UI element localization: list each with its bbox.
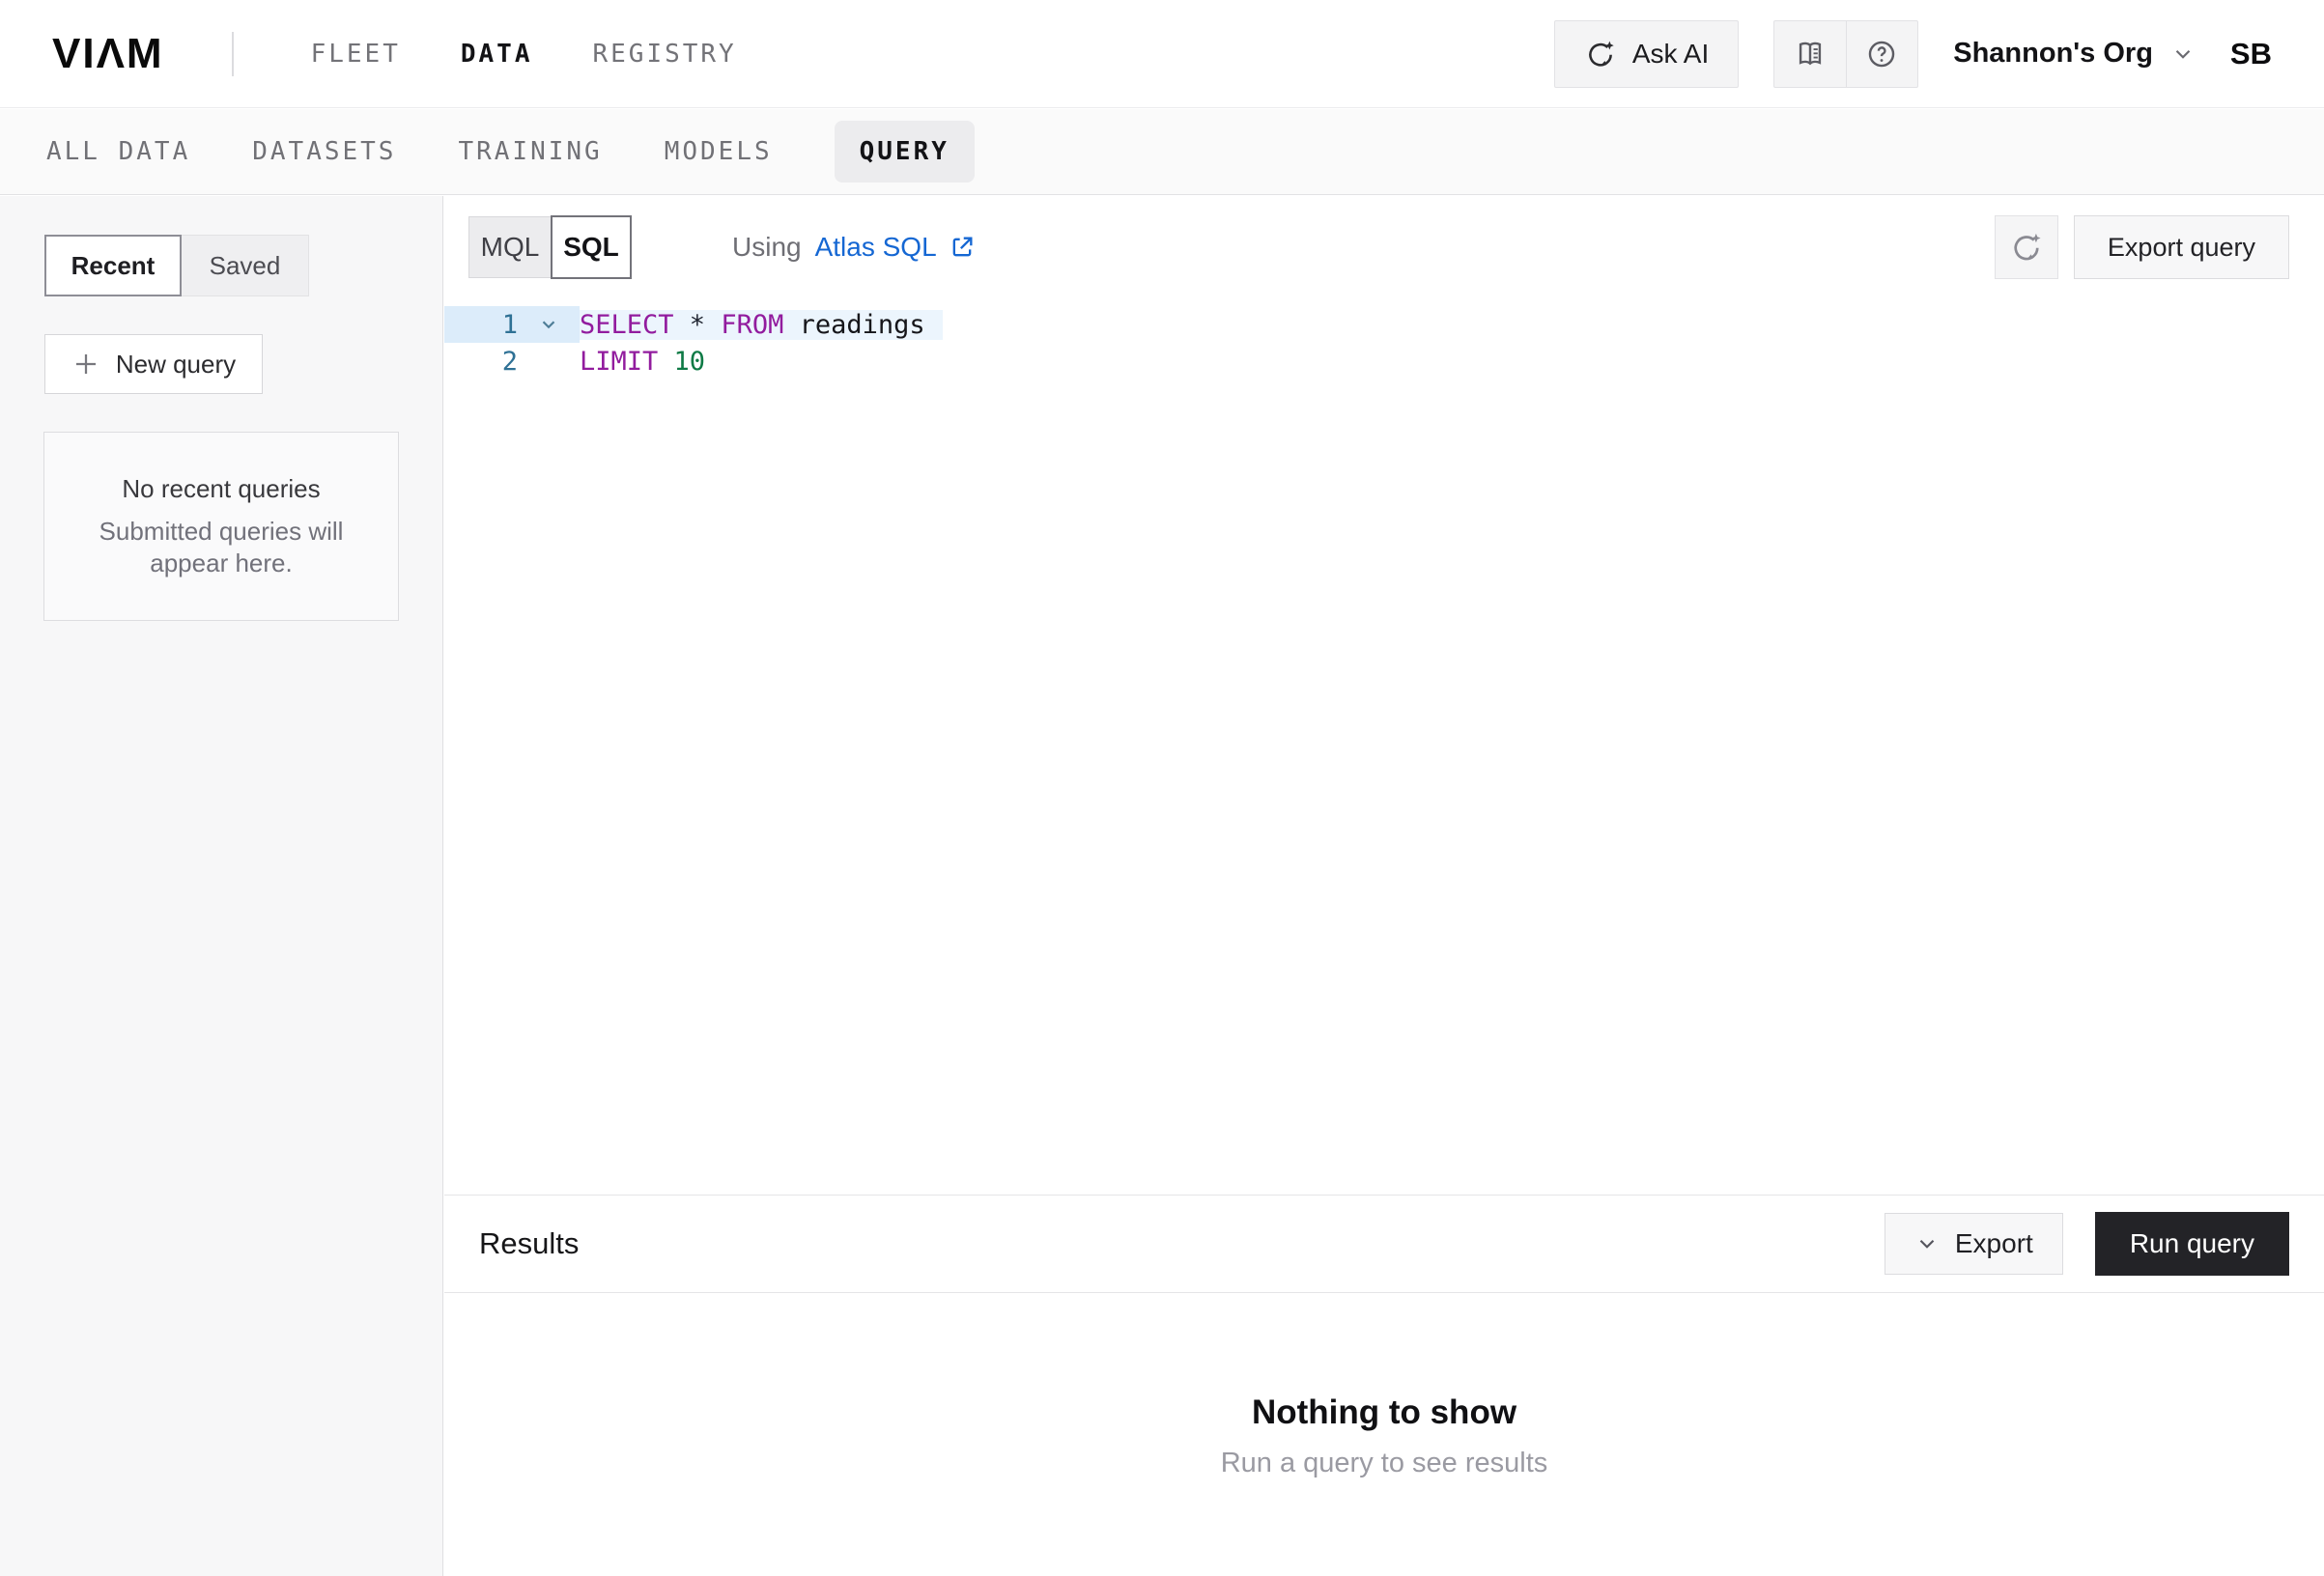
external-link-icon	[949, 234, 976, 261]
line-number: 2	[444, 347, 518, 377]
export-label: Export	[1955, 1228, 2033, 1259]
code-line-2[interactable]: 2 LIMIT 10	[444, 343, 2324, 380]
gutter-line-1: 1	[444, 306, 580, 343]
results-toolbar: Results Export Run query	[444, 1195, 2324, 1293]
mql-toggle-button[interactable]: MQL	[468, 216, 552, 278]
gutter-line-2: 2	[444, 343, 580, 380]
primary-nav: FLEET DATA REGISTRY	[311, 40, 737, 69]
viam-logo[interactable]: VIΛM	[52, 30, 164, 78]
tab-models[interactable]: MODELS	[665, 137, 773, 166]
org-switcher[interactable]: Shannon's Org	[1953, 38, 2196, 70]
nav-item-fleet[interactable]: FLEET	[311, 40, 401, 69]
new-query-label: New query	[116, 350, 236, 380]
ai-sparkle-refresh-icon	[2009, 230, 2044, 265]
ask-ai-button[interactable]: Ask AI	[1554, 20, 1739, 88]
documentation-button[interactable]	[1774, 21, 1846, 87]
help-button[interactable]	[1846, 21, 1918, 87]
chevron-down-icon	[1914, 1231, 1940, 1256]
fold-chevron-icon[interactable]	[518, 314, 580, 335]
query-sidebar: Recent Saved New query No recent queries…	[0, 196, 443, 1576]
tab-saved[interactable]: Saved	[182, 235, 309, 296]
org-name: Shannon's Org	[1953, 38, 2153, 70]
book-icon	[1794, 38, 1827, 70]
using-atlas-sql: Using Atlas SQL	[732, 232, 976, 263]
question-circle-icon	[1865, 38, 1898, 70]
atlas-sql-link-label: Atlas SQL	[815, 232, 937, 263]
export-results-button[interactable]: Export	[1885, 1213, 2063, 1275]
new-query-button[interactable]: New query	[44, 334, 263, 394]
nav-item-data[interactable]: DATA	[461, 40, 533, 69]
nav-item-registry[interactable]: REGISTRY	[592, 40, 736, 69]
code-line-1[interactable]: 1 SELECT * FROM readings	[444, 306, 2324, 343]
query-toolbar: MQL SQL Using Atlas SQL	[444, 214, 2324, 280]
code-text: LIMIT 10	[580, 347, 705, 377]
plus-icon	[71, 350, 100, 379]
line-number: 1	[444, 310, 518, 340]
header-right-cluster: Ask AI	[1554, 20, 2272, 88]
using-label: Using	[732, 232, 802, 263]
viam-data-query-page: VIΛM FLEET DATA REGISTRY Ask AI	[0, 0, 2324, 1576]
tab-query[interactable]: QUERY	[835, 121, 975, 183]
chevron-down-icon	[2170, 42, 2196, 67]
recent-queries-empty-panel: No recent queries Submitted queries will…	[43, 432, 399, 621]
tab-datasets[interactable]: DATASETS	[252, 137, 396, 166]
data-subnav: ALL DATA DATASETS TRAINING MODELS QUERY	[0, 109, 2324, 195]
results-empty-state: Nothing to show Run a query to see resul…	[444, 1393, 2324, 1479]
user-avatar[interactable]: SB	[2230, 37, 2272, 71]
sql-toggle-button[interactable]: SQL	[551, 215, 632, 279]
help-button-group	[1773, 20, 1918, 88]
query-main-area: MQL SQL Using Atlas SQL	[444, 196, 2324, 1576]
export-query-button[interactable]: Export query	[2074, 215, 2289, 279]
header-divider	[232, 32, 234, 76]
code-text: SELECT * FROM readings	[580, 310, 943, 340]
results-actions: Export Run query	[1885, 1212, 2289, 1276]
tab-recent[interactable]: Recent	[44, 235, 182, 296]
ai-sparkle-refresh-icon	[1584, 38, 1617, 70]
results-heading: Results	[479, 1226, 579, 1261]
empty-panel-title: No recent queries	[122, 474, 320, 504]
atlas-sql-link[interactable]: Atlas SQL	[815, 232, 976, 263]
top-header: VIΛM FLEET DATA REGISTRY Ask AI	[0, 0, 2324, 108]
ai-regenerate-button[interactable]	[1995, 215, 2058, 279]
tab-training[interactable]: TRAINING	[458, 137, 602, 166]
ask-ai-label: Ask AI	[1632, 39, 1709, 70]
sidebar-tabs: Recent Saved	[44, 235, 442, 296]
empty-state-title: Nothing to show	[444, 1393, 2324, 1432]
toolbar-right: Export query	[1995, 215, 2289, 279]
tab-all-data[interactable]: ALL DATA	[46, 137, 190, 166]
sql-code-editor[interactable]: 1 SELECT * FROM readings 2 LIMIT 10	[444, 306, 2324, 380]
empty-panel-subtitle: Submitted queries will appear here.	[76, 516, 366, 578]
empty-state-subtitle: Run a query to see results	[444, 1448, 2324, 1479]
query-language-toggle: MQL SQL	[468, 215, 632, 279]
run-query-button[interactable]: Run query	[2095, 1212, 2289, 1276]
